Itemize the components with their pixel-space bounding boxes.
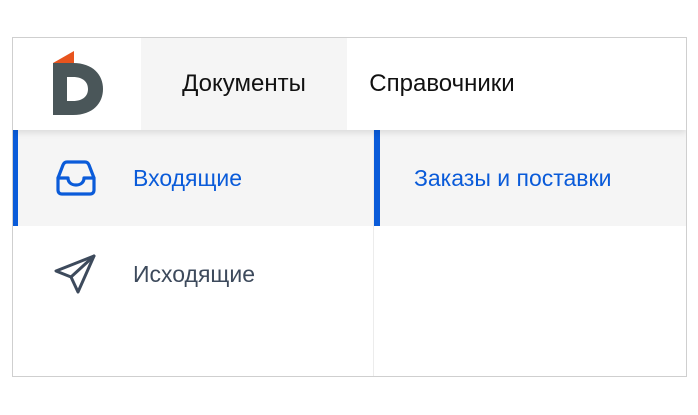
sidebar-item-outbox-label: Исходящие bbox=[133, 261, 255, 287]
tab-documents-label: Документы bbox=[182, 70, 306, 97]
sidebar: Входящие Исходящие bbox=[13, 130, 374, 376]
submenu-item-orders-deliveries[interactable]: Заказы и поставки bbox=[374, 130, 686, 226]
tab-references-label: Справочники bbox=[369, 70, 515, 97]
tab-references[interactable]: Справочники bbox=[347, 38, 537, 130]
inbox-tray-icon bbox=[52, 156, 100, 200]
send-plane-icon bbox=[52, 252, 100, 296]
d-logo-icon[interactable] bbox=[47, 51, 107, 115]
submenu-item-label: Заказы и поставки bbox=[414, 165, 612, 191]
sidebar-item-inbox-label: Входящие bbox=[133, 165, 243, 191]
top-navigation-bar: Документы Справочники bbox=[13, 38, 686, 130]
submenu-panel: Заказы и поставки bbox=[374, 130, 686, 376]
tab-documents[interactable]: Документы bbox=[141, 38, 347, 130]
sidebar-item-inbox[interactable]: Входящие bbox=[13, 130, 373, 226]
sidebar-item-outbox[interactable]: Исходящие bbox=[13, 226, 373, 322]
app-window: Документы Справочники Входящие Исходящие… bbox=[12, 37, 687, 377]
